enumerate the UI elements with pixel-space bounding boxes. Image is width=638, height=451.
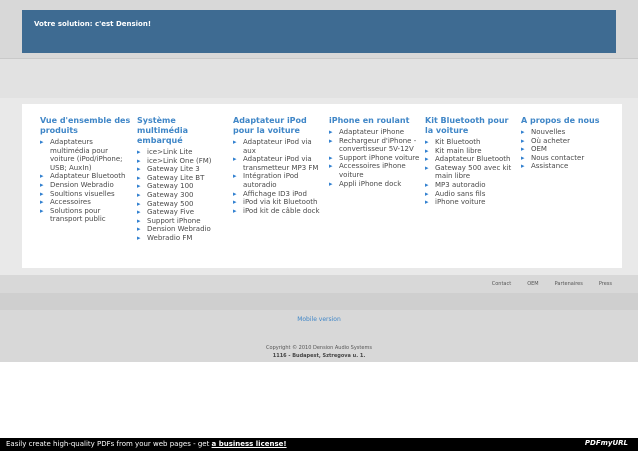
nav-item[interactable]: OEM [521, 145, 613, 154]
nav-item[interactable]: Accessoires iPhone voiture [329, 162, 421, 179]
footer-band [0, 293, 638, 310]
header-banner: Votre solution: c'est Dension! [22, 10, 616, 53]
nav-item[interactable]: iPhone voiture [425, 198, 517, 207]
nav-item[interactable]: Gateway Five [137, 208, 229, 217]
nav-item[interactable]: Adaptateur iPhone [329, 128, 421, 137]
footer-link-press[interactable]: Press [599, 281, 612, 287]
footer-links: Contact OEM Partenaires Press [492, 275, 612, 293]
copyright-text: Copyright © 2010 Dension Audio Systems [266, 345, 372, 351]
nav-item-list: Kit BluetoothKit main libreAdaptateur Bl… [425, 138, 517, 207]
nav-item[interactable]: Accessoires [40, 198, 132, 207]
nav-item[interactable]: Intégration iPod autoradio [233, 172, 325, 189]
nav-item[interactable]: Dension Webradio [137, 225, 229, 234]
nav-column-title[interactable]: iPhone en roulant [329, 116, 421, 126]
nav-item[interactable]: Kit main libre [425, 147, 517, 156]
nav-item[interactable]: Gateway 300 [137, 191, 229, 200]
nav-item[interactable]: Adaptateurs multimédia pour voiture (iPo… [40, 138, 132, 172]
nav-item-list: Adaptateur iPhoneRechargeur d'iPhone - c… [329, 128, 421, 188]
nav-item[interactable]: Adaptateur Bluetooth [425, 155, 517, 164]
pdf-promo-text: Easily create high-quality PDFs from you… [6, 440, 287, 448]
footer-link-contact[interactable]: Contact [492, 281, 511, 287]
nav-item[interactable]: Gateway 500 [137, 200, 229, 209]
nav-item[interactable]: Gateway Lite 3 [137, 165, 229, 174]
nav-item[interactable]: ice>Link Lite [137, 148, 229, 157]
address-text: 1116 - Budapest, Sztregova u. 1. [272, 353, 366, 359]
nav-item[interactable]: Assistance [521, 162, 613, 171]
nav-item[interactable]: Gateway 500 avec kit main libre [425, 164, 517, 181]
nav-item-list: Adaptateurs multimédia pour voiture (iPo… [40, 138, 132, 224]
nav-column: A propos de nous NouvellesOù acheterOEMNo… [521, 116, 613, 171]
pdf-promo-bar: Easily create high-quality PDFs from you… [0, 438, 638, 451]
nav-item[interactable]: iPod via kit Bluetooth [233, 198, 325, 207]
nav-column: Système multimédia embarquéice>Link Lite… [137, 116, 229, 243]
mobile-version-link[interactable]: Mobile version [0, 316, 638, 323]
nav-item[interactable]: Gateway Lite BT [137, 174, 229, 183]
nav-item-list: NouvellesOù acheterOEMNous contacterAssi… [521, 128, 613, 171]
nav-column-title[interactable]: Kit Bluetooth pour la voiture [425, 116, 517, 136]
pdf-promo-message: Easily create high-quality PDFs from you… [6, 440, 212, 448]
nav-item[interactable]: Webradio FM [137, 234, 229, 243]
footer-link-oem[interactable]: OEM [527, 281, 538, 287]
nav-item[interactable]: Audio sans fils [425, 190, 517, 199]
nav-item[interactable]: Support iPhone [137, 217, 229, 226]
nav-item[interactable]: ice>Link One (FM) [137, 157, 229, 166]
nav-item[interactable]: Nous contacter [521, 154, 613, 163]
nav-column: Kit Bluetooth pour la voitureKit Bluetoo… [425, 116, 517, 207]
nav-item[interactable]: Adaptateur Bluetooth [40, 172, 132, 181]
header-strip [0, 58, 638, 98]
nav-item[interactable]: Appli iPhone dock [329, 180, 421, 189]
nav-column-title[interactable]: A propos de nous [521, 116, 613, 126]
nav-item[interactable]: Où acheter [521, 137, 613, 146]
nav-column-title[interactable]: Vue d'ensemble des produits [40, 116, 132, 136]
nav-item[interactable]: Rechargeur d'iPhone - convertisseur 5V-1… [329, 137, 421, 154]
nav-item[interactable]: Support iPhone voiture [329, 154, 421, 163]
nav-item[interactable]: Soultions visuelles [40, 190, 132, 199]
nav-item[interactable]: MP3 autoradio [425, 181, 517, 190]
product-nav-panel: Vue d'ensemble des produitsAdaptateurs m… [22, 104, 622, 268]
nav-column: Adaptateur iPod pour la voitureAdaptateu… [233, 116, 325, 215]
banner-slogan: Votre solution: c'est Dension! [34, 20, 152, 28]
nav-item-list: ice>Link Liteice>Link One (FM)Gateway Li… [137, 148, 229, 243]
business-license-link[interactable]: a business license! [212, 440, 287, 448]
nav-item-list: Adaptateur iPod via auxAdaptateur iPod v… [233, 138, 325, 215]
footer-link-partners[interactable]: Partenaires [555, 281, 583, 287]
nav-item[interactable]: iPod kit de câble dock [233, 207, 325, 216]
nav-item[interactable]: Affichage ID3 iPod [233, 190, 325, 199]
pdfmyurl-logo: PDFmyURL [584, 439, 628, 447]
nav-item[interactable]: Adaptateur iPod via aux [233, 138, 325, 155]
nav-column-title[interactable]: Système multimédia embarqué [137, 116, 229, 146]
nav-item[interactable]: Dension Webradio [40, 181, 132, 190]
nav-item[interactable]: Kit Bluetooth [425, 138, 517, 147]
nav-item[interactable]: Gateway 100 [137, 182, 229, 191]
nav-item[interactable]: Solutions pour transport public [40, 207, 132, 224]
nav-item[interactable]: Adaptateur iPod via transmetteur MP3 FM [233, 155, 325, 172]
nav-column: Vue d'ensemble des produitsAdaptateurs m… [40, 116, 132, 224]
nav-column-title[interactable]: Adaptateur iPod pour la voiture [233, 116, 325, 136]
nav-column: iPhone en roulant Adaptateur iPhoneRechar… [329, 116, 421, 188]
nav-item[interactable]: Nouvelles [521, 128, 613, 137]
